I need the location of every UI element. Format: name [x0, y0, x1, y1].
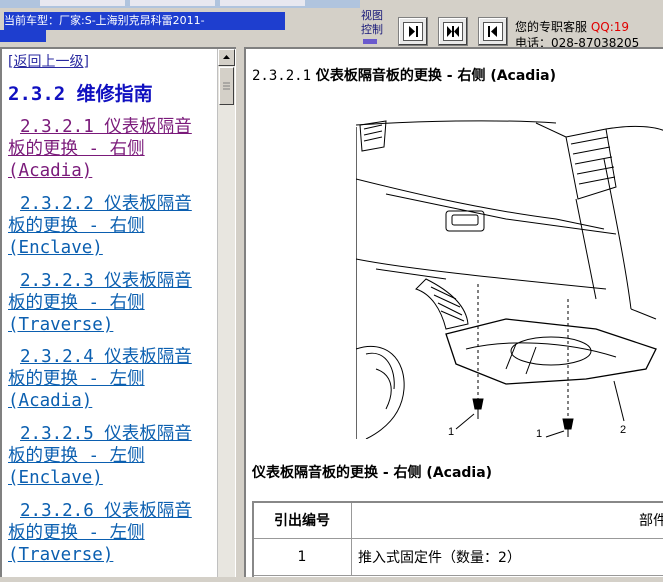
callout-1b: 1 — [536, 428, 542, 439]
top-toolbar: 当前车型：厂家:S-上海别克昂科雷2011- 视图 控制 您的专职客服 QQ:1… — [0, 0, 663, 50]
nav-item-2-3-2-3[interactable]: 2.3.2.3 仪表板隔音 板的更换 - 右侧 (Traverse) — [8, 270, 218, 336]
nav-item-2-3-2-1[interactable]: 2.3.2.1 仪表板隔音 板的更换 - 右侧 (Acadia) — [8, 116, 218, 182]
nav-item-2-3-2-2[interactable]: 2.3.2.2 仪表板隔音 板的更换 - 右侧 (Enclave) — [8, 193, 218, 259]
chevron-up-icon — [223, 55, 230, 59]
nav-item-line: 2.3.2.4 仪表板隔音 — [20, 347, 192, 367]
grip-icon — [223, 82, 230, 90]
nav-item-line: 2.3.2.1 仪表板隔音 — [20, 117, 192, 137]
cell-callout: 1 — [252, 538, 352, 576]
nav-item-line: 板的更换 - 左侧 — [8, 523, 145, 543]
strip-tab — [40, 0, 125, 6]
nav-item-line: (Acadia) — [8, 391, 93, 411]
nav-item-line: 板的更换 - 右侧 — [8, 139, 145, 159]
parts-table: 引出编号 部件名 1 推入式固定件（数量：2） — [252, 501, 663, 576]
heading-number: 2.3.2.1 — [252, 68, 312, 84]
table-header-row: 引出编号 部件名 — [252, 501, 663, 539]
figure-caption: 仪表板隔音板的更换 - 右侧 (Acadia) — [252, 465, 493, 481]
nav-item-line: 2.3.2.5 仪表板隔音 — [20, 424, 192, 444]
column-header-callout: 引出编号 — [252, 501, 352, 539]
nav-item-2-3-2-6[interactable]: 2.3.2.6 仪表板隔音 板的更换 - 左侧 (Traverse) — [8, 500, 218, 566]
arrows-outward-icon — [443, 22, 463, 41]
strip-tab — [220, 0, 305, 6]
heading-text: 仪表板隔音板的更换 - 右侧 (Acadia) — [315, 68, 556, 84]
view-control-indicator — [363, 39, 377, 44]
service-label: 您的专职客服 — [515, 20, 588, 34]
nav-item-line: (Traverse) — [8, 545, 114, 565]
expand-button[interactable] — [438, 17, 468, 46]
nav-item-line: 板的更换 - 左侧 — [8, 369, 145, 389]
customer-service-info: 您的专职客服 QQ:19 — [515, 20, 629, 35]
column-header-part: 部件名 — [351, 501, 663, 539]
car-model-label: 当前车型：厂家:S-上海别克昂科雷2011- — [4, 12, 285, 30]
arrow-right-bar-icon — [403, 22, 423, 41]
left-nav-pane: [返回上一级] 2.3.2 维修指南 2.3.2.1 仪表板隔音 板的更换 - … — [0, 47, 236, 577]
top-strip — [0, 0, 360, 8]
view-control-label: 视图 控制 — [361, 9, 391, 44]
next-button[interactable] — [398, 17, 428, 46]
cell-part: 推入式固定件（数量：2） — [351, 538, 663, 576]
callout-2: 2 — [620, 424, 626, 436]
nav-item-line: 板的更换 - 左侧 — [8, 446, 145, 466]
section-title: 2.3.2 维修指南 — [8, 83, 153, 105]
table-row: 1 推入式固定件（数量：2） — [252, 538, 663, 576]
back-link[interactable]: [返回上一级] — [8, 51, 89, 71]
car-model-highlight — [0, 30, 46, 42]
view-control-line1: 视图 — [361, 9, 383, 22]
view-control-line2: 控制 — [361, 23, 383, 36]
nav-item-line: 2.3.2.6 仪表板隔音 — [20, 501, 192, 521]
sound-insulator-diagram: 1 1 2 — [356, 120, 663, 439]
nav-item-line: (Traverse) — [8, 315, 114, 335]
strip-tab — [130, 0, 215, 6]
previous-button[interactable] — [478, 17, 508, 46]
nav-item-2-3-2-4[interactable]: 2.3.2.4 仪表板隔音 板的更换 - 左侧 (Acadia) — [8, 346, 218, 412]
nav-item-line: (Enclave) — [8, 468, 103, 488]
qq-link[interactable]: QQ:19 — [591, 20, 629, 34]
document-pane: 2.3.2.1 仪表板隔音板的更换 - 右侧 (Acadia) 1 1 2 仪表… — [244, 47, 663, 577]
nav-item-line: 2.3.2.3 仪表板隔音 — [20, 271, 192, 291]
nav-item-line: 2.3.2.2 仪表板隔音 — [20, 194, 192, 214]
scroll-thumb[interactable] — [219, 67, 234, 105]
callout-1a: 1 — [448, 426, 454, 438]
nav-item-line: 板的更换 - 右侧 — [8, 216, 145, 236]
nav-item-2-3-2-5[interactable]: 2.3.2.5 仪表板隔音 板的更换 - 左侧 (Enclave) — [8, 423, 218, 489]
arrow-left-bar-icon — [483, 22, 503, 41]
scroll-up-button[interactable] — [218, 49, 235, 66]
document-heading: 2.3.2.1 仪表板隔音板的更换 - 右侧 (Acadia) — [252, 65, 556, 85]
pane-splitter[interactable] — [236, 47, 244, 582]
nav-item-line: (Acadia) — [8, 161, 93, 181]
nav-item-line: 板的更换 - 右侧 — [8, 293, 145, 313]
left-scrollbar[interactable] — [217, 49, 235, 577]
nav-item-line: (Enclave) — [8, 238, 103, 258]
